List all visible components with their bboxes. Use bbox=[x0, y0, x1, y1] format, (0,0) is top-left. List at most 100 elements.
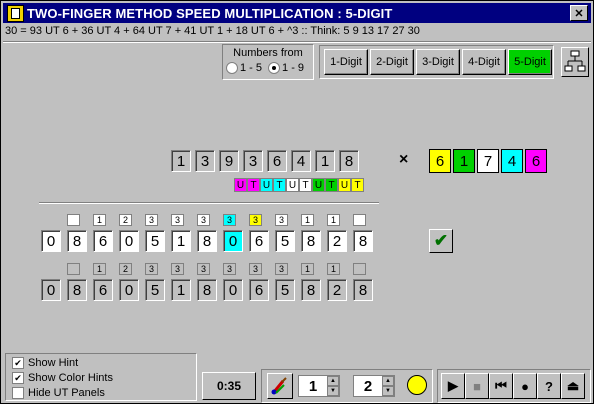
yellow-circle-icon[interactable] bbox=[407, 375, 427, 395]
answer-digit: 6 bbox=[93, 230, 113, 252]
carry-cell: 1 bbox=[93, 263, 106, 275]
help-icon: ? bbox=[545, 378, 553, 394]
digit-3-button[interactable]: 3-Digit bbox=[416, 49, 460, 75]
carry-cell: 3 bbox=[223, 214, 236, 226]
numbers-from-group: Numbers from 1 - 5 1 - 9 bbox=[222, 44, 314, 80]
ut-cell: T bbox=[299, 178, 312, 192]
key-digit: 0 bbox=[119, 279, 139, 301]
show-color-hints-checkbox[interactable]: ✔ Show Color Hints bbox=[12, 372, 113, 384]
close-button[interactable]: ✕ bbox=[570, 5, 588, 21]
carry-cell: 1 bbox=[93, 214, 106, 226]
record-button[interactable]: ● bbox=[513, 373, 537, 399]
eject-button[interactable]: ⏏ bbox=[561, 373, 585, 399]
ut-cell: U bbox=[234, 178, 247, 192]
ut-cell: T bbox=[247, 178, 260, 192]
spin-up-icon[interactable]: ▲ bbox=[327, 376, 339, 386]
digit-2-button[interactable]: 2-Digit bbox=[370, 49, 414, 75]
multiplier-digit: 6 bbox=[525, 149, 547, 173]
range-1-9-radio[interactable]: 1 - 9 bbox=[268, 62, 304, 74]
digit-4-button[interactable]: 4-Digit bbox=[462, 49, 506, 75]
spinner-1-value: 1 bbox=[308, 377, 318, 395]
answer-digit: 0 bbox=[223, 230, 243, 252]
checkbox-label: Hide UT Panels bbox=[28, 387, 105, 399]
multiplicand-digit: 1 bbox=[171, 150, 191, 172]
key-digit: 8 bbox=[353, 279, 373, 301]
control-panel: 1 ▲ ▼ 2 ▲ ▼ bbox=[261, 369, 433, 403]
formula-text: 30 = 93 UT 6 + 36 UT 4 + 64 UT 7 + 41 UT… bbox=[5, 25, 420, 37]
carry-cell: 3 bbox=[249, 263, 262, 275]
app-window: TWO-FINGER METHOD SPEED MULTIPLICATION :… bbox=[0, 0, 594, 404]
carry-cell: 1 bbox=[327, 214, 340, 226]
record-icon: ● bbox=[521, 378, 529, 394]
carry-cell: 3 bbox=[223, 263, 236, 275]
multiplier-digit: 6 bbox=[429, 149, 451, 173]
multiplicand-digit: 1 bbox=[315, 150, 335, 172]
separator-line bbox=[39, 202, 379, 204]
key-digit: 1 bbox=[171, 279, 191, 301]
carry-cell: 3 bbox=[171, 263, 184, 275]
spinner-2-value: 2 bbox=[363, 377, 373, 395]
carry-cell: 2 bbox=[119, 214, 132, 226]
answer-digit: 2 bbox=[327, 230, 347, 252]
carry-cell: 3 bbox=[145, 214, 158, 226]
ut-cell: U bbox=[260, 178, 273, 192]
key-digit: 5 bbox=[145, 279, 165, 301]
radio-indicator[interactable] bbox=[268, 62, 281, 74]
key-digit: 8 bbox=[301, 279, 321, 301]
carry-cell bbox=[67, 214, 80, 226]
multiplier-digit: 7 bbox=[477, 149, 499, 173]
answer-digit: 1 bbox=[171, 230, 191, 252]
spin-down-icon[interactable]: ▼ bbox=[382, 386, 394, 396]
radio-label: 1 - 5 bbox=[240, 62, 263, 74]
answer-digit: 5 bbox=[275, 230, 295, 252]
check-answer-button[interactable]: ✔ bbox=[429, 229, 453, 253]
range-1-5-radio[interactable]: 1 - 5 bbox=[226, 62, 262, 74]
checkbox-label: Show Hint bbox=[28, 357, 79, 369]
spinner-1[interactable]: 1 ▲ ▼ bbox=[298, 375, 340, 397]
answer-digit: 0 bbox=[119, 230, 139, 252]
play-button[interactable]: ▶ bbox=[441, 373, 465, 399]
digit-button-group: 1-Digit 2-Digit 3-Digit 4-Digit 5-Digit bbox=[319, 45, 554, 79]
hide-ut-panels-checkbox[interactable]: Hide UT Panels bbox=[12, 387, 105, 399]
skip-back-button[interactable]: ⏮ bbox=[489, 373, 513, 399]
multiplicand-digit: 6 bbox=[267, 150, 287, 172]
timer-display: 0:35 bbox=[202, 372, 256, 400]
show-hint-checkbox[interactable]: ✔ Show Hint bbox=[12, 357, 78, 369]
playback-panel: ▶ ■ ⏮ ● ? ⏏ bbox=[437, 369, 591, 403]
options-panel: ✔ Show Hint ✔ Show Color Hints Hide UT P… bbox=[5, 353, 197, 401]
divider bbox=[3, 41, 591, 43]
multiplicand-digit: 3 bbox=[243, 150, 263, 172]
carry-cell: 1 bbox=[301, 263, 314, 275]
checkbox-box[interactable] bbox=[12, 387, 24, 399]
answer-digit: 8 bbox=[197, 230, 217, 252]
spin-down-icon[interactable]: ▼ bbox=[327, 386, 339, 396]
paint-brush-button[interactable] bbox=[267, 373, 293, 399]
checkbox-label: Show Color Hints bbox=[28, 372, 113, 384]
checkbox-box[interactable]: ✔ bbox=[12, 357, 24, 369]
app-icon bbox=[7, 5, 24, 22]
key-digit: 5 bbox=[275, 279, 295, 301]
ut-cell: U bbox=[338, 178, 351, 192]
spin-up-icon[interactable]: ▲ bbox=[382, 376, 394, 386]
radio-indicator[interactable] bbox=[226, 62, 238, 74]
checkbox-box[interactable]: ✔ bbox=[12, 372, 24, 384]
digit-1-button[interactable]: 1-Digit bbox=[324, 49, 368, 75]
radio-label: 1 - 9 bbox=[282, 62, 305, 74]
eject-icon: ⏏ bbox=[566, 378, 580, 393]
multiplier-digit: 4 bbox=[501, 149, 523, 173]
answer-digit: 8 bbox=[67, 230, 87, 252]
digit-5-button[interactable]: 5-Digit bbox=[508, 49, 552, 75]
paint-brush-icon bbox=[271, 377, 287, 395]
spinner-2[interactable]: 2 ▲ ▼ bbox=[353, 375, 395, 397]
carry-cell bbox=[353, 214, 366, 226]
carry-cell bbox=[67, 263, 80, 275]
check-icon: ✔ bbox=[433, 231, 449, 250]
help-button[interactable]: ? bbox=[537, 373, 561, 399]
key-digit: 8 bbox=[67, 279, 87, 301]
carry-cell: 3 bbox=[171, 214, 184, 226]
multiplicand-digit: 4 bbox=[291, 150, 311, 172]
hierarchy-button[interactable] bbox=[561, 47, 589, 77]
times-symbol: × bbox=[399, 151, 409, 168]
carry-cell: 1 bbox=[327, 263, 340, 275]
stop-button[interactable]: ■ bbox=[465, 373, 489, 399]
